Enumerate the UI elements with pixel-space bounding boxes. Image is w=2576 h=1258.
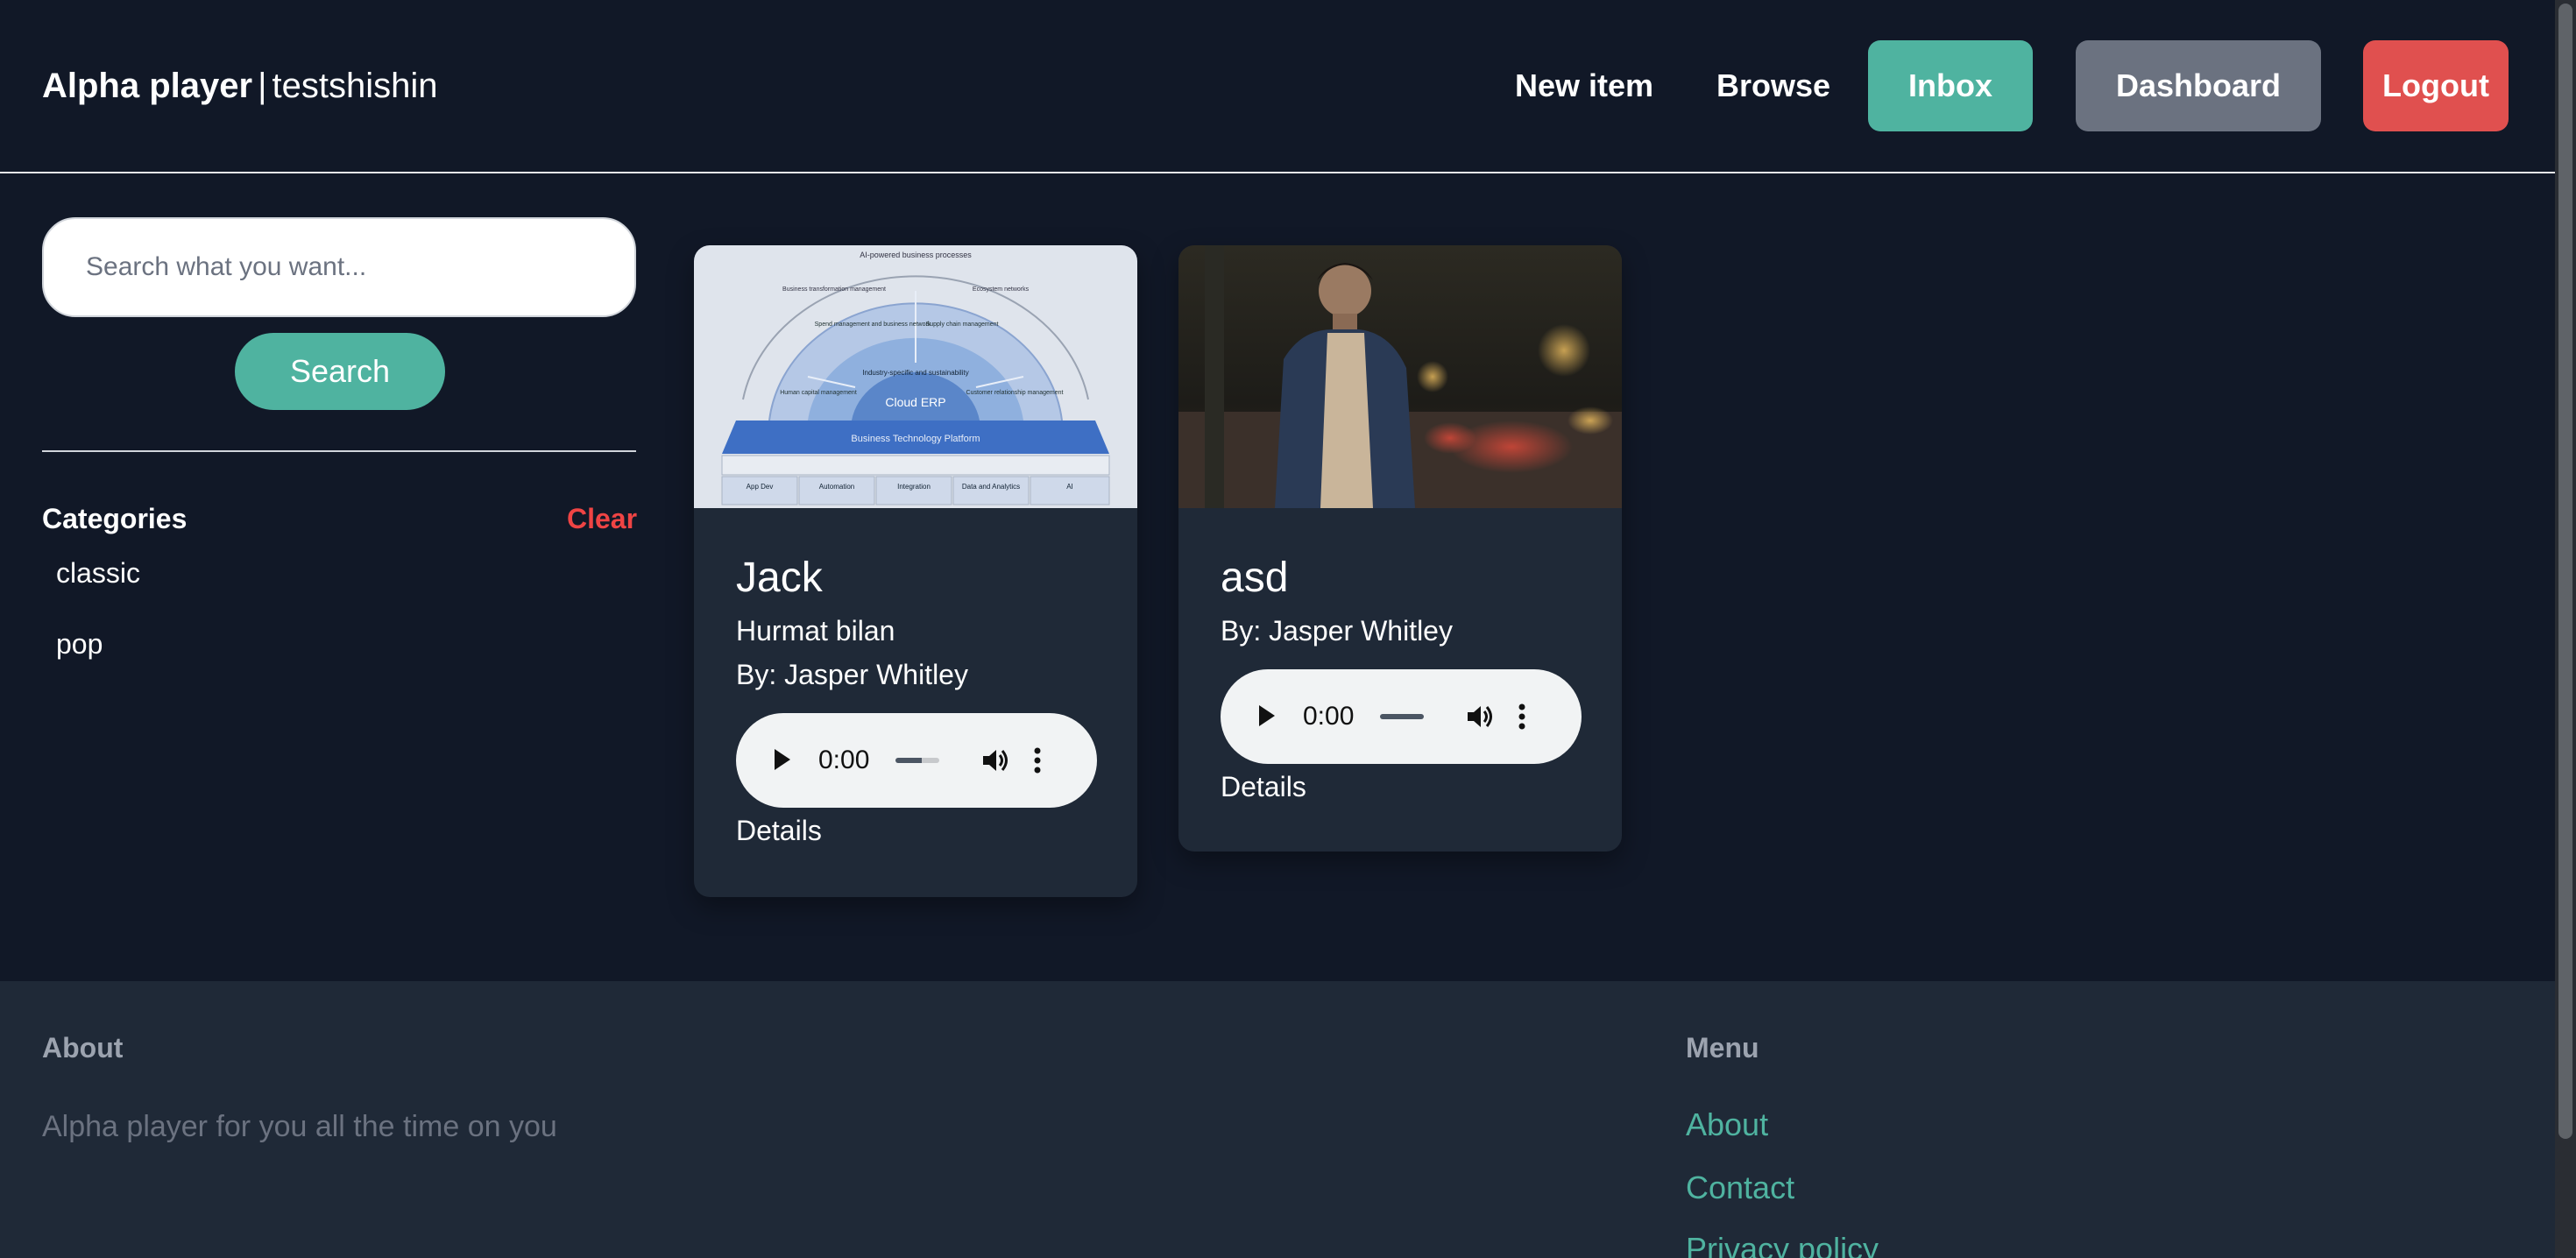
footer-link-privacy-policy[interactable]: Privacy policy: [1686, 1230, 1879, 1258]
cloud-erp-diagram: AI-powered business processes Business t…: [694, 245, 1137, 508]
item-author: By: Jasper Whitley: [736, 659, 968, 690]
browse-link[interactable]: Browse: [1716, 65, 1830, 107]
brand[interactable]: Alpha player | testshishin: [42, 65, 437, 107]
sidebar-divider: [42, 450, 636, 452]
page: Alpha player | testshishin New item Browse…: [0, 0, 2555, 1258]
clear-categories-button[interactable]: Clear: [567, 501, 637, 536]
footer-link-about[interactable]: About: [1686, 1106, 1768, 1144]
brand-name: Alpha player: [42, 67, 253, 105]
diagram-arc-outer-label: AI-powered business processes: [860, 251, 972, 259]
diagram-human-label: Human capital management: [780, 390, 857, 396]
footer-about-text: Alpha player for you all the time on you: [42, 1110, 557, 1143]
play-icon[interactable]: [771, 746, 792, 773]
audio-player[interactable]: 0:00: [736, 713, 1097, 808]
item-card-body: Jack Hurmat bilan By: Jasper Whitley 0:0…: [694, 508, 1137, 897]
footer: About Alpha player for you all the time …: [0, 981, 2555, 1258]
header: Alpha player | testshishin New item Browse…: [0, 0, 2555, 173]
audio-time: 0:00: [1303, 702, 1355, 731]
item-author: By: Jasper Whitley: [1221, 615, 1453, 647]
item-thumbnail-night-street[interactable]: [1178, 245, 1622, 508]
audio-progress-bar[interactable]: [895, 758, 939, 763]
category-item-pop[interactable]: pop: [56, 626, 103, 661]
category-item-classic[interactable]: classic: [56, 555, 140, 590]
more-options-icon[interactable]: [1032, 745, 1043, 776]
item-title: Jack: [736, 555, 823, 601]
diagram-core-label: Cloud ERP: [885, 395, 945, 409]
new-item-link[interactable]: New item: [1515, 65, 1653, 107]
item-title: asd: [1221, 555, 1289, 601]
search-button[interactable]: Search: [235, 333, 445, 410]
diagram-customer-label: Customer relationship management: [966, 390, 1064, 396]
diagram-industry-label: Industry-specific and sustainability: [862, 369, 968, 377]
username: testshishin: [272, 67, 438, 105]
diagram-pillar-1: App Dev: [747, 483, 774, 491]
item-card[interactable]: AI-powered business processes Business t…: [694, 245, 1137, 897]
inbox-button[interactable]: Inbox: [1868, 40, 2033, 131]
footer-about-heading: About: [42, 1032, 124, 1064]
volume-icon[interactable]: [1464, 701, 1496, 732]
diagram-platform-label: Business Technology Platform: [851, 434, 980, 444]
diagram-arc-right-label: Ecosystem networks: [973, 286, 1030, 293]
play-icon[interactable]: [1256, 703, 1277, 729]
categories-heading: Categories: [42, 503, 188, 534]
item-thumbnail-cloud-erp[interactable]: AI-powered business processes Business t…: [694, 245, 1137, 508]
brand-separator: |: [258, 67, 267, 105]
audio-time: 0:00: [818, 746, 870, 774]
footer-menu-heading: Menu: [1686, 1032, 1759, 1064]
diagram-supply-label: Supply chain management: [926, 322, 999, 328]
item-subtitle: Hurmat bilan: [736, 615, 895, 647]
diagram-pillar-5: AI: [1066, 483, 1073, 491]
dashboard-button[interactable]: Dashboard: [2076, 40, 2321, 131]
diagram-pillar-2: Automation: [819, 483, 854, 491]
audio-progress-bar[interactable]: [1380, 714, 1424, 719]
item-card-body: asd By: Jasper Whitley 0:00 Details: [1178, 508, 1622, 852]
more-options-icon[interactable]: [1517, 701, 1527, 732]
logout-button[interactable]: Logout: [2363, 40, 2509, 131]
night-street-photo: [1178, 245, 1622, 508]
diagram-pillar-3: Integration: [897, 483, 931, 491]
search-input[interactable]: [42, 217, 636, 317]
volume-icon[interactable]: [980, 745, 1011, 776]
audio-player[interactable]: 0:00: [1221, 669, 1582, 764]
diagram-pillar-4: Data and Analytics: [962, 483, 1020, 491]
scrollbar-thumb[interactable]: [2558, 4, 2572, 1139]
footer-link-contact[interactable]: Contact: [1686, 1169, 1794, 1207]
details-link[interactable]: Details: [1221, 769, 1580, 804]
diagram-arc-left-label: Business transformation management: [782, 286, 886, 293]
diagram-spend-label: Spend management and business network: [815, 322, 931, 328]
details-link[interactable]: Details: [736, 813, 1095, 848]
item-card[interactable]: asd By: Jasper Whitley 0:00 Details: [1178, 245, 1622, 852]
